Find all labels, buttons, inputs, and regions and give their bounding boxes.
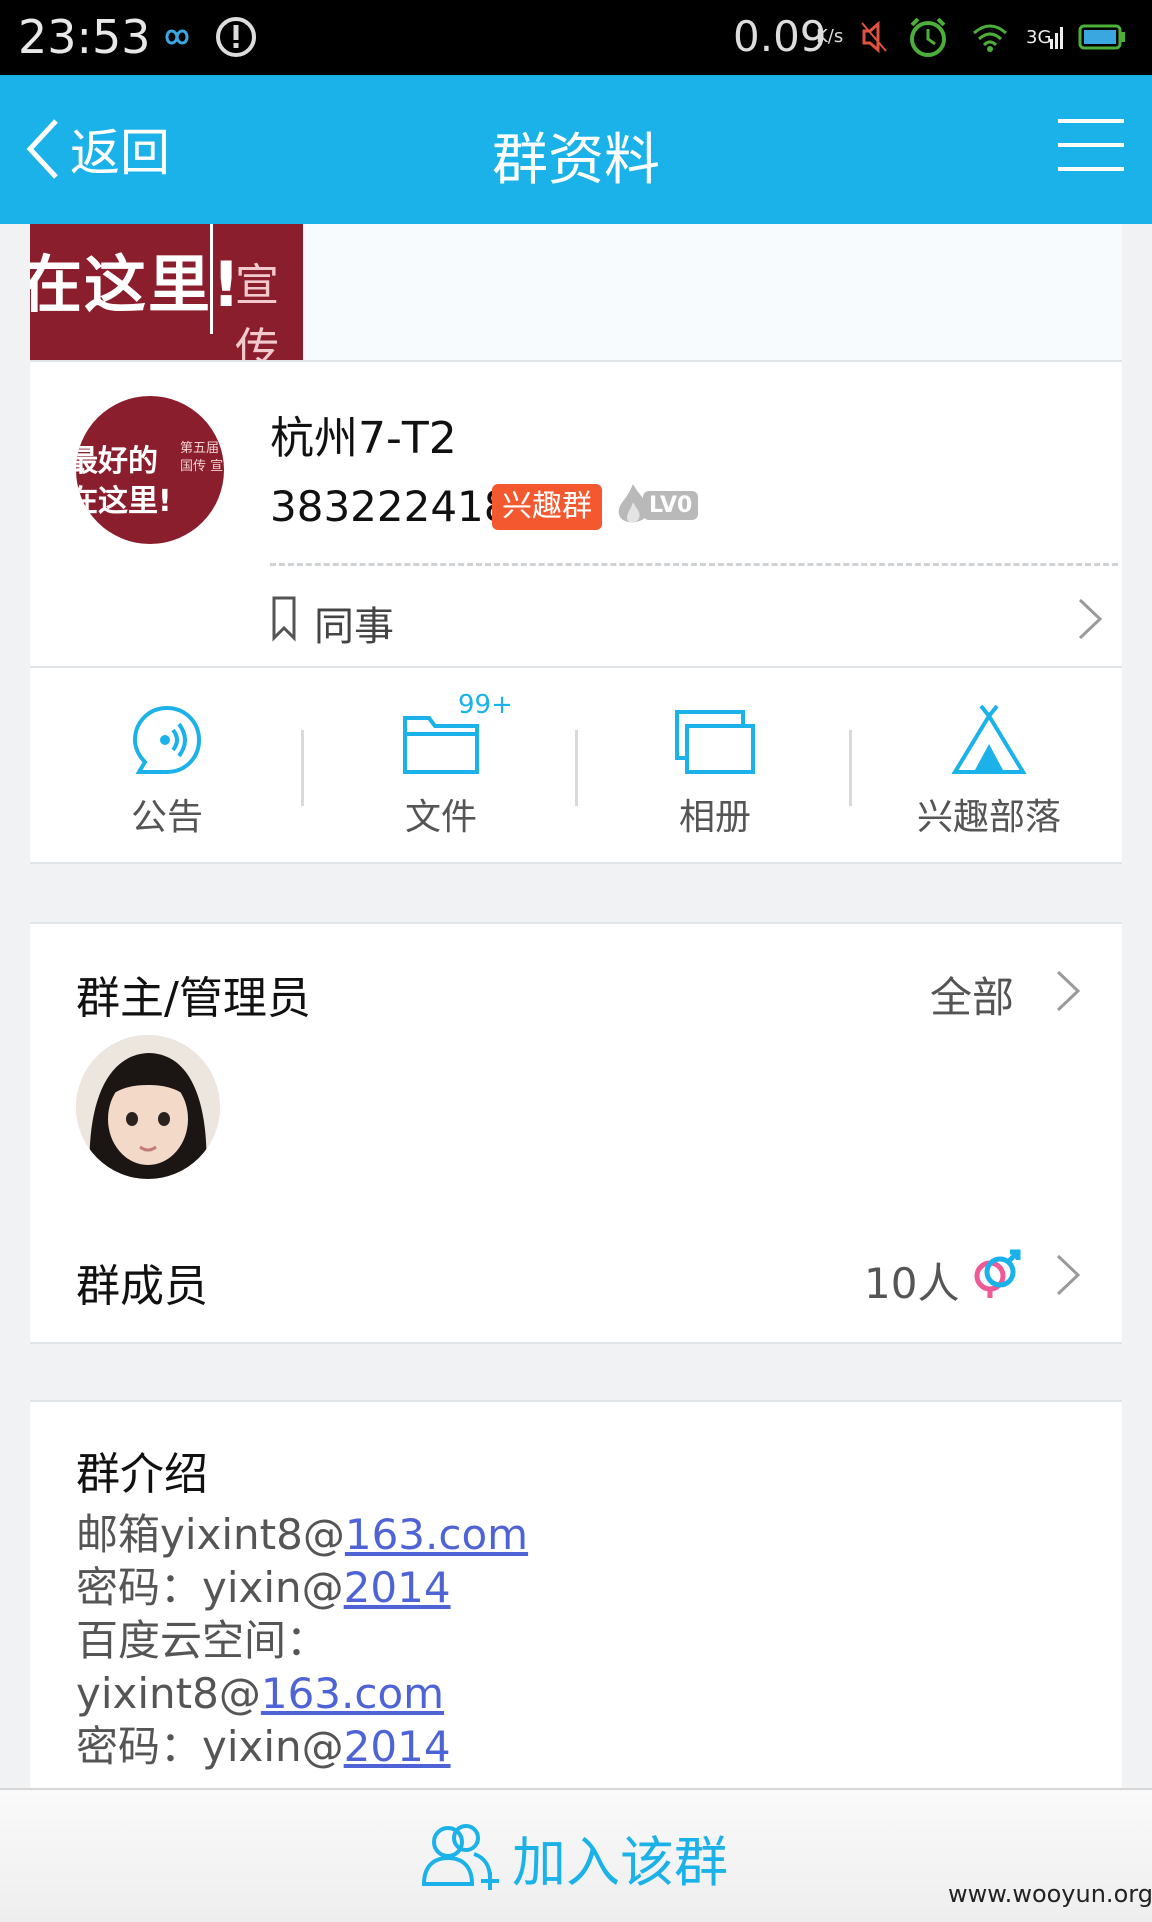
net-speed-unit: K/s	[816, 26, 844, 47]
avatar-side-text: 第五届 中国传 宣传	[180, 441, 224, 474]
join-group-button[interactable]: 加入该群	[420, 1820, 728, 1894]
alert-icon	[214, 14, 258, 60]
chevron-right-icon	[1078, 598, 1103, 640]
tribe-button[interactable]: 兴趣部落	[852, 698, 1126, 838]
intro-text: yixint8@	[76, 1669, 261, 1718]
album-label: 相册	[678, 797, 751, 838]
files-label: 文件	[404, 797, 477, 838]
group-avatar[interactable]: 最好的 在这里! 第五届 中国传 宣传	[76, 396, 224, 544]
members-count: 10人	[864, 1259, 960, 1308]
album-icon	[675, 710, 755, 774]
intro-text: 密码：yixin@	[76, 1722, 344, 1771]
infinity-icon	[156, 14, 198, 60]
files-button[interactable]: 99+ 文件	[304, 690, 578, 838]
mute-icon	[860, 14, 888, 60]
intro-link[interactable]: 163.com	[261, 1669, 444, 1718]
svg-text:3G: 3G	[1026, 27, 1051, 48]
group-id: 383222418	[270, 482, 511, 531]
admins-all-link[interactable]: 全部	[930, 964, 1014, 1025]
status-bar: 23:53 0.09 K/s 3G	[0, 0, 1152, 75]
group-info-card: 最好的 在这里! 第五届 中国传 宣传 杭州7-T2 383222418 兴趣群…	[30, 362, 1122, 668]
announcement-label: 公告	[130, 797, 203, 838]
intro-link[interactable]: 163.com	[345, 1510, 528, 1559]
signal-3g-icon: 3G	[1026, 14, 1066, 60]
bookmark-icon	[272, 596, 296, 642]
title-bar: 返回 群资料	[0, 75, 1152, 224]
members-section[interactable]: 群成员 10人	[30, 1210, 1122, 1344]
watermark: www.wooyun.org	[948, 1880, 1152, 1908]
chevron-right-icon	[1056, 1254, 1081, 1296]
group-banner: 在这里! 宣传	[30, 224, 1122, 362]
page-title: 群资料	[492, 128, 660, 193]
bottom-bar: 加入该群 www.wooyun.org	[0, 1788, 1152, 1922]
avatar-text-2: 在这里!	[76, 484, 172, 519]
alarm-icon	[906, 14, 950, 60]
add-member-icon	[421, 1824, 499, 1890]
join-group-label: 加入该群	[512, 1830, 728, 1894]
avatar-text-1: 最好的	[76, 444, 158, 479]
admin-avatar[interactable]	[76, 1035, 220, 1179]
members-title: 群成员	[76, 1261, 208, 1312]
wifi-icon	[970, 14, 1010, 60]
banner-image: 在这里! 宣传	[30, 224, 303, 360]
battery-icon	[1078, 14, 1126, 60]
intro-text: 邮箱yixint8@	[76, 1510, 345, 1559]
intro-title: 群介绍	[76, 1449, 208, 1500]
announcement-icon	[132, 705, 202, 774]
group-level-badge: LV0	[613, 482, 699, 528]
gender-icon	[974, 1249, 1021, 1298]
album-button[interactable]: 相册	[578, 698, 852, 838]
group-name: 杭州7-T2	[270, 413, 457, 464]
admins-title: 群主/管理员	[76, 973, 311, 1024]
group-type-badge: 兴趣群	[492, 484, 602, 530]
files-badge: 99+	[456, 690, 515, 720]
intro-body: 邮箱yixint8@163.com 密码：yixin@2014 百度云空间： y…	[76, 1508, 528, 1773]
dashed-divider	[270, 563, 1118, 566]
group-intro-section: 群介绍 邮箱yixint8@163.com 密码：yixin@2014 百度云空…	[30, 1400, 1122, 1794]
intro-text: 百度云空间：	[76, 1616, 329, 1665]
net-speed: 0.09	[733, 12, 827, 61]
tribe-label: 兴趣部落	[916, 797, 1061, 838]
admin-avatar-image	[76, 1035, 220, 1179]
chevron-right-icon	[1056, 970, 1081, 1012]
banner-side-text: 宣传	[235, 260, 279, 360]
intro-link[interactable]: 2014	[344, 1563, 451, 1612]
group-actions: 公告 99+ 文件 相册 兴趣部落	[30, 668, 1122, 864]
group-tag-row[interactable]: 同事	[270, 586, 1110, 650]
admins-section[interactable]: 群主/管理员 全部	[30, 922, 1122, 1212]
intro-link[interactable]: 2014	[344, 1722, 451, 1771]
group-level: LV0	[643, 490, 699, 520]
announcement-button[interactable]: 公告	[30, 698, 304, 838]
status-time: 23:53	[18, 10, 151, 64]
tribe-tent-icon	[951, 704, 1027, 774]
menu-button[interactable]	[1058, 119, 1124, 175]
intro-text: 密码：yixin@	[76, 1563, 344, 1612]
group-tag: 同事	[314, 604, 394, 650]
